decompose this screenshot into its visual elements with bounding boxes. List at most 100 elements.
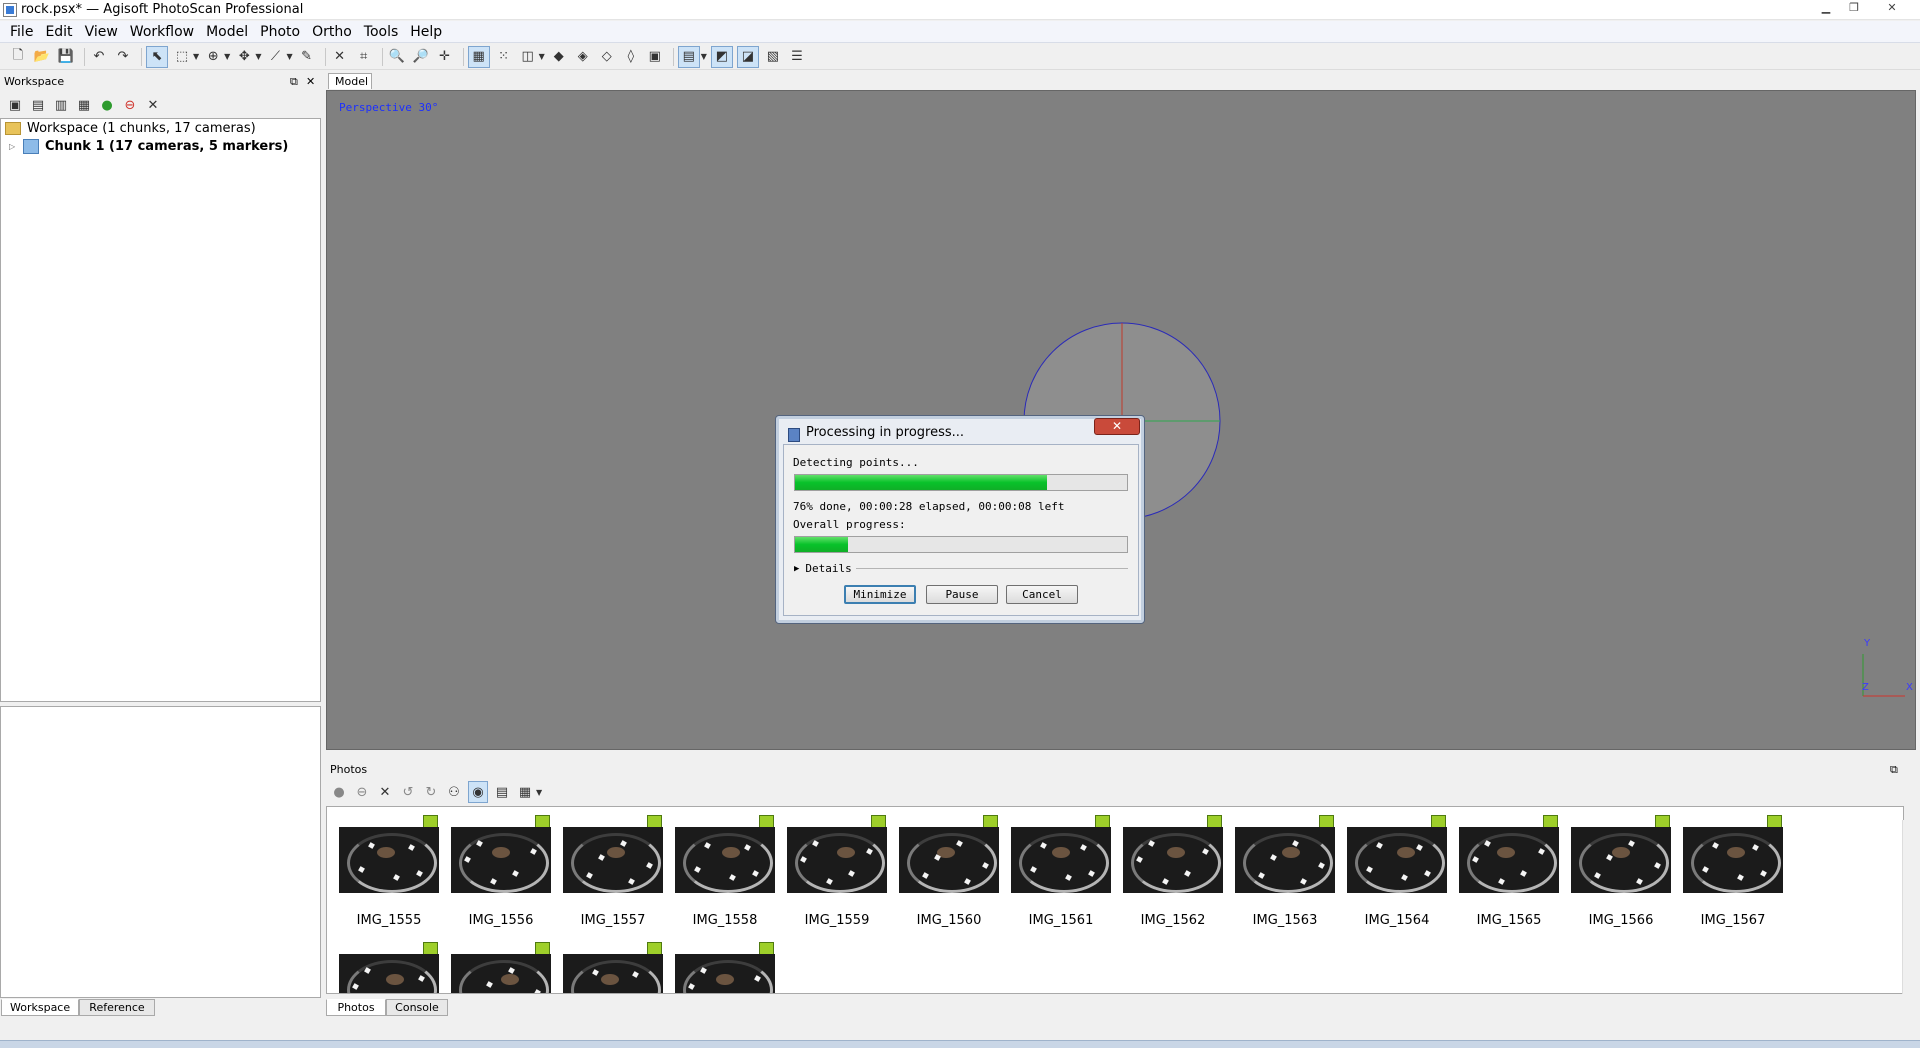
- menu-edit[interactable]: Edit: [39, 24, 78, 40]
- dropdown-arrow-icon[interactable]: ▼: [536, 788, 542, 797]
- binoculars-icon[interactable]: ⚇: [445, 782, 463, 802]
- minimize-window-button[interactable]: ▁: [1814, 0, 1838, 16]
- navigation-icon[interactable]: ⊕: [203, 47, 223, 67]
- photo-thumbnail[interactable]: IMG_1559: [787, 815, 887, 937]
- menu-ortho[interactable]: Ortho: [306, 24, 358, 40]
- dropdown-arrow-icon[interactable]: ▼: [539, 52, 545, 61]
- photo-thumbnail[interactable]: IMG_1560: [899, 815, 999, 937]
- dropdown-arrow-icon[interactable]: ▼: [255, 52, 261, 61]
- tree-item-workspace[interactable]: Workspace (1 chunks, 17 cameras): [5, 120, 256, 137]
- menu-photo[interactable]: Photo: [254, 24, 306, 40]
- photo-thumbnail[interactable]: [675, 942, 775, 993]
- new-icon[interactable]: 🗋: [8, 47, 28, 67]
- photo-thumbnail[interactable]: IMG_1564: [1347, 815, 1447, 937]
- rect-select-icon[interactable]: ⬚: [172, 47, 192, 67]
- window-title: rock.psx* — Agisoft PhotoScan Profession…: [21, 2, 304, 17]
- enable-camera-icon[interactable]: ●: [330, 782, 348, 802]
- zoom-in-icon[interactable]: 🔍: [387, 47, 407, 67]
- top-view-icon[interactable]: ◆: [549, 47, 569, 67]
- menu-file[interactable]: File: [4, 24, 39, 40]
- remove-icon[interactable]: ✕: [144, 95, 162, 115]
- move-icon[interactable]: ✛: [435, 47, 455, 67]
- dropdown-arrow-icon[interactable]: ▼: [701, 52, 707, 61]
- close-window-button[interactable]: ✕: [1870, 0, 1914, 16]
- dialog-close-button[interactable]: ✕: [1094, 418, 1140, 435]
- dots-icon[interactable]: ⁙: [494, 47, 514, 67]
- crop-icon[interactable]: ⌗: [354, 47, 374, 67]
- photo-thumbnail[interactable]: [451, 942, 551, 993]
- cancel-button[interactable]: Cancel: [1006, 585, 1078, 604]
- tab-model[interactable]: Model: [328, 73, 372, 89]
- photo-thumbnail[interactable]: IMG_1561: [1011, 815, 1111, 937]
- disable-icon[interactable]: ⊖: [121, 95, 139, 115]
- photo-thumbnail[interactable]: IMG_1556: [451, 815, 551, 937]
- photo-thumbnail[interactable]: [339, 942, 439, 993]
- shading-icon[interactable]: ◫: [518, 47, 538, 67]
- zoom-out-icon[interactable]: 🔎: [411, 47, 431, 67]
- model-view-icon[interactable]: ◩: [710, 45, 733, 68]
- photo-thumbnail[interactable]: IMG_1558: [675, 815, 775, 937]
- redo-icon[interactable]: ↷: [113, 47, 133, 67]
- add-folder-icon[interactable]: ▥: [52, 95, 70, 115]
- menu-model[interactable]: Model: [200, 24, 254, 40]
- close-pane-icon[interactable]: ✕: [306, 73, 315, 90]
- minimize-button[interactable]: Minimize: [844, 585, 916, 604]
- photo-thumbnail[interactable]: IMG_1555: [339, 815, 439, 937]
- delete-icon[interactable]: ✕: [330, 47, 350, 67]
- menu-help[interactable]: Help: [404, 24, 448, 40]
- pencil-icon[interactable]: ✎: [297, 47, 317, 67]
- side-view-icon[interactable]: ◇: [597, 47, 617, 67]
- open-icon[interactable]: 📂: [32, 47, 52, 67]
- bottom-view-icon[interactable]: ◊: [621, 47, 641, 67]
- photos-scrollbar[interactable]: [1902, 820, 1916, 994]
- rotate-left-icon[interactable]: ↺: [399, 782, 417, 802]
- details-icon[interactable]: ▤: [493, 782, 511, 802]
- cameras-icon[interactable]: ▣: [645, 47, 665, 67]
- mask-icon[interactable]: ◉: [468, 781, 488, 803]
- rotate-right-icon[interactable]: ↻: [422, 782, 440, 802]
- photo-view-icon[interactable]: ◪: [736, 45, 759, 68]
- details-toggle[interactable]: ▶ Details: [794, 562, 1128, 575]
- dropdown-arrow-icon[interactable]: ▼: [286, 52, 292, 61]
- expand-arrow-icon[interactable]: ▷: [9, 142, 19, 151]
- float-pane-icon[interactable]: ⧉: [290, 73, 298, 90]
- menu-view[interactable]: View: [79, 24, 124, 40]
- ortho-icon[interactable]: ▧: [763, 47, 783, 67]
- float-pane-icon[interactable]: ⧉: [1890, 762, 1898, 778]
- remove-camera-icon[interactable]: ✕: [376, 782, 394, 802]
- restore-window-button[interactable]: ❐: [1842, 0, 1866, 16]
- photo-thumbnail[interactable]: IMG_1565: [1459, 815, 1559, 937]
- snapshot-icon[interactable]: ▤: [677, 45, 700, 68]
- photo-thumbnail[interactable]: IMG_1562: [1123, 815, 1223, 937]
- select-icon[interactable]: ⬉: [146, 45, 168, 68]
- undo-icon[interactable]: ↶: [89, 47, 109, 67]
- save-icon[interactable]: 💾: [56, 47, 76, 67]
- ruler-icon[interactable]: ⟋: [265, 47, 285, 67]
- tab-console[interactable]: Console: [386, 999, 448, 1016]
- disable-camera-icon[interactable]: ⊖: [353, 782, 371, 802]
- tab-reference[interactable]: Reference: [79, 999, 155, 1016]
- tab-workspace[interactable]: Workspace: [1, 999, 79, 1016]
- grid-icon[interactable]: ▦: [467, 45, 490, 68]
- front-view-icon[interactable]: ◈: [573, 47, 593, 67]
- rock-shape: [716, 974, 734, 985]
- menu-workflow[interactable]: Workflow: [124, 24, 200, 40]
- move-region-icon[interactable]: ✥: [234, 47, 254, 67]
- photo-thumbnail[interactable]: IMG_1557: [563, 815, 663, 937]
- add-chunk-icon[interactable]: ▣: [6, 95, 24, 115]
- dropdown-arrow-icon[interactable]: ▼: [193, 52, 199, 61]
- import-icon[interactable]: ▦: [75, 95, 93, 115]
- photo-thumbnail[interactable]: IMG_1563: [1235, 815, 1335, 937]
- tree-item-chunk[interactable]: ▷ Chunk 1 (17 cameras, 5 markers): [9, 138, 288, 155]
- menu-tools[interactable]: Tools: [358, 24, 405, 40]
- view-mode-icon[interactable]: ▦: [516, 782, 534, 802]
- pause-button[interactable]: Pause: [926, 585, 998, 604]
- dropdown-arrow-icon[interactable]: ▼: [224, 52, 230, 61]
- photo-thumbnail[interactable]: [563, 942, 663, 993]
- photo-thumbnail[interactable]: IMG_1566: [1571, 815, 1671, 937]
- photo-thumbnail[interactable]: IMG_1567: [1683, 815, 1783, 937]
- enable-icon[interactable]: ●: [98, 95, 116, 115]
- layers-icon[interactable]: ☰: [787, 47, 807, 67]
- add-photos-icon[interactable]: ▤: [29, 95, 47, 115]
- tab-photos[interactable]: Photos: [326, 999, 386, 1016]
